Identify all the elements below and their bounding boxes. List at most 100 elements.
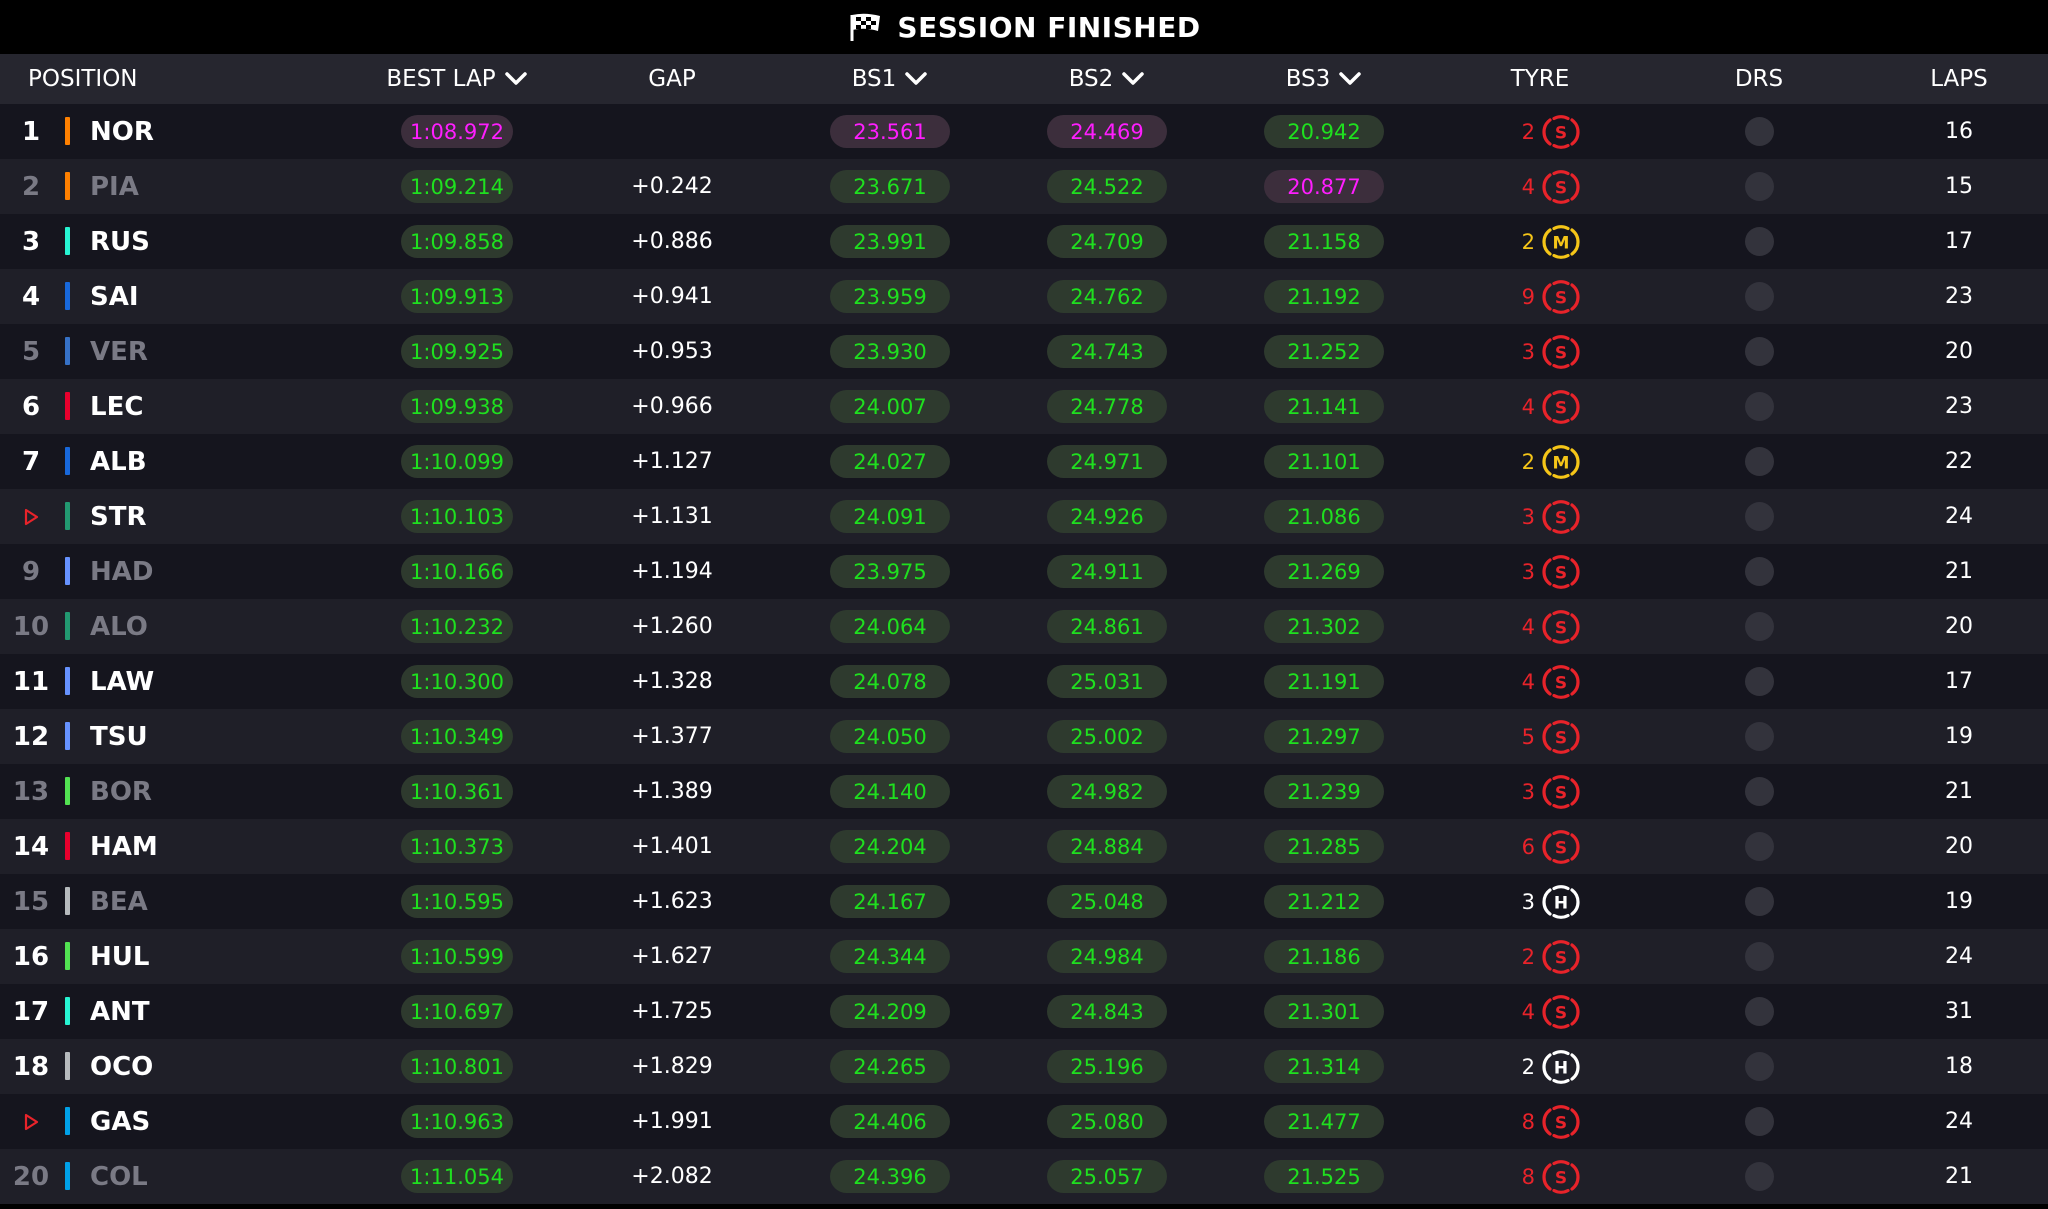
tyre-soft-icon: S xyxy=(1542,939,1580,974)
tyre-compound-letter: S xyxy=(1555,398,1567,418)
tyre-age: 2 xyxy=(1521,944,1535,969)
tyre-hard-icon: H xyxy=(1542,1049,1580,1084)
team-color-bar xyxy=(65,777,70,805)
table-row[interactable]: 10 ALO 1:10.232 +1.260 24.064 24.861 21.… xyxy=(0,599,2048,654)
drs-indicator xyxy=(1744,654,1774,709)
bs2-time: 24.778 xyxy=(1047,390,1167,423)
tyre-age: 4 xyxy=(1521,669,1535,694)
driver-code: STR xyxy=(90,501,147,532)
bs1-time: 24.167 xyxy=(830,885,950,918)
tyre-compound-icon: S xyxy=(1542,1094,1580,1149)
driver-code: LEC xyxy=(90,391,144,422)
table-row[interactable]: 1 NOR 1:08.972 23.561 24.469 20.942 2 S … xyxy=(0,104,2048,159)
bs3-time: 21.297 xyxy=(1264,720,1384,753)
position-number: 3 xyxy=(21,226,41,257)
tyre-soft-icon: S xyxy=(1542,114,1580,149)
position-number: 10 xyxy=(12,611,50,642)
bs1-time: 24.064 xyxy=(830,610,950,643)
chevron-down-icon xyxy=(504,72,527,85)
gap-value: +1.401 xyxy=(631,834,713,859)
laps-count: 31 xyxy=(1945,999,1973,1024)
table-row[interactable]: 18 OCO 1:10.801 +1.829 24.265 25.196 21.… xyxy=(0,1039,2048,1094)
team-color-bar xyxy=(65,447,70,475)
tyre-compound-letter: S xyxy=(1555,783,1567,803)
table-row[interactable]: 12 TSU 1:10.349 +1.377 24.050 25.002 21.… xyxy=(0,709,2048,764)
tyre-compound-letter: S xyxy=(1555,673,1567,693)
tyre-age: 3 xyxy=(1521,504,1535,529)
table-row[interactable]: 17 ANT 1:10.697 +1.725 24.209 24.843 21.… xyxy=(0,984,2048,1039)
bs3-time: 21.302 xyxy=(1264,610,1384,643)
table-row[interactable]: 15 BEA 1:10.595 +1.623 24.167 25.048 21.… xyxy=(0,874,2048,929)
column-header-bs3[interactable]: BS3 xyxy=(1254,54,1394,104)
bs1-time: 23.930 xyxy=(830,335,950,368)
gap-value: +1.389 xyxy=(631,779,713,804)
drs-status-dot xyxy=(1744,117,1774,146)
table-row[interactable]: 5 VER 1:09.925 +0.953 23.930 24.743 21.2… xyxy=(0,324,2048,379)
table-row[interactable]: 13 BOR 1:10.361 +1.389 24.140 24.982 21.… xyxy=(0,764,2048,819)
tyre-compound-letter: S xyxy=(1555,288,1567,308)
table-row[interactable]: 3 RUS 1:09.858 +0.886 23.991 24.709 21.1… xyxy=(0,214,2048,269)
table-row[interactable]: STR 1:10.103 +1.131 24.091 24.926 21.086… xyxy=(0,489,2048,544)
best-lap-time: 1:10.361 xyxy=(401,775,513,808)
table-row[interactable]: 7 ALB 1:10.099 +1.127 24.027 24.971 21.1… xyxy=(0,434,2048,489)
table-row[interactable]: GAS 1:10.963 +1.991 24.406 25.080 21.477… xyxy=(0,1094,2048,1149)
drs-status-dot xyxy=(1744,557,1774,586)
bottom-divider xyxy=(0,1204,2048,1209)
tyre-compound-icon: S xyxy=(1542,489,1580,544)
table-row[interactable]: 16 HUL 1:10.599 +1.627 24.344 24.984 21.… xyxy=(0,929,2048,984)
team-color-bar xyxy=(65,172,70,200)
table-row[interactable]: 14 HAM 1:10.373 +1.401 24.204 24.884 21.… xyxy=(0,819,2048,874)
column-header-best-lap[interactable]: BEST LAP xyxy=(370,54,544,104)
bs1-time: 23.671 xyxy=(830,170,950,203)
drs-status-dot xyxy=(1744,667,1774,696)
table-row[interactable]: 9 HAD 1:10.166 +1.194 23.975 24.911 21.2… xyxy=(0,544,2048,599)
team-color-bar xyxy=(65,722,70,750)
table-row[interactable]: 20 COL 1:11.054 +2.082 24.396 25.057 21.… xyxy=(0,1149,2048,1204)
laps-count: 18 xyxy=(1945,1054,1973,1079)
gap-value: +1.131 xyxy=(631,504,713,529)
best-lap-time: 1:11.054 xyxy=(401,1160,513,1193)
tyre-age: 8 xyxy=(1521,1109,1535,1134)
drs-status-dot xyxy=(1744,1107,1774,1136)
team-color-bar xyxy=(65,502,70,530)
table-row[interactable]: 11 LAW 1:10.300 +1.328 24.078 25.031 21.… xyxy=(0,654,2048,709)
tyre-compound-letter: S xyxy=(1555,948,1567,968)
tyre-age: 2 xyxy=(1521,1054,1535,1079)
gap-value: +0.242 xyxy=(631,174,713,199)
tyre-soft-icon: S xyxy=(1542,1104,1580,1139)
team-color-bar xyxy=(65,1107,70,1135)
drs-status-dot xyxy=(1744,832,1774,861)
tyre-compound-letter: S xyxy=(1555,728,1567,748)
bs2-time: 24.884 xyxy=(1047,830,1167,863)
bs1-time: 23.991 xyxy=(830,225,950,258)
tyre-soft-icon: S xyxy=(1542,1159,1580,1194)
drs-status-dot xyxy=(1744,502,1774,531)
play-arrow-icon xyxy=(24,508,39,525)
column-header-bs1[interactable]: BS1 xyxy=(820,54,960,104)
table-row[interactable]: 6 LEC 1:09.938 +0.966 24.007 24.778 21.1… xyxy=(0,379,2048,434)
tyre-age: 5 xyxy=(1521,724,1535,749)
gap-value: +1.328 xyxy=(631,669,713,694)
column-header-position[interactable]: POSITION xyxy=(28,54,138,104)
best-lap-header-label: BEST LAP xyxy=(386,66,496,92)
bs2-time: 24.762 xyxy=(1047,280,1167,313)
bs3-time: 21.191 xyxy=(1264,665,1384,698)
tyre-age: 3 xyxy=(1521,779,1535,804)
gap-value: +0.941 xyxy=(631,284,713,309)
team-color-bar xyxy=(65,997,70,1025)
column-header-laps: LAPS xyxy=(1919,54,1999,104)
table-row[interactable]: 4 SAI 1:09.913 +0.941 23.959 24.762 21.1… xyxy=(0,269,2048,324)
bs2-time: 24.843 xyxy=(1047,995,1167,1028)
column-header-bs2[interactable]: BS2 xyxy=(1037,54,1177,104)
column-header-row: POSITION BEST LAP GAP BS1 BS2 BS3 TYRE D… xyxy=(0,54,2048,104)
gap-header-label: GAP xyxy=(648,66,696,92)
tyre-age: 4 xyxy=(1521,394,1535,419)
tyre-compound-icon: S xyxy=(1542,764,1580,819)
laps-count: 24 xyxy=(1945,504,1973,529)
table-row[interactable]: 2 PIA 1:09.214 +0.242 23.671 24.522 20.8… xyxy=(0,159,2048,214)
laps-count: 24 xyxy=(1945,944,1973,969)
bs2-time: 25.031 xyxy=(1047,665,1167,698)
driver-code: HUL xyxy=(90,941,150,972)
laps-count: 21 xyxy=(1945,559,1973,584)
bs3-time: 21.477 xyxy=(1264,1105,1384,1138)
